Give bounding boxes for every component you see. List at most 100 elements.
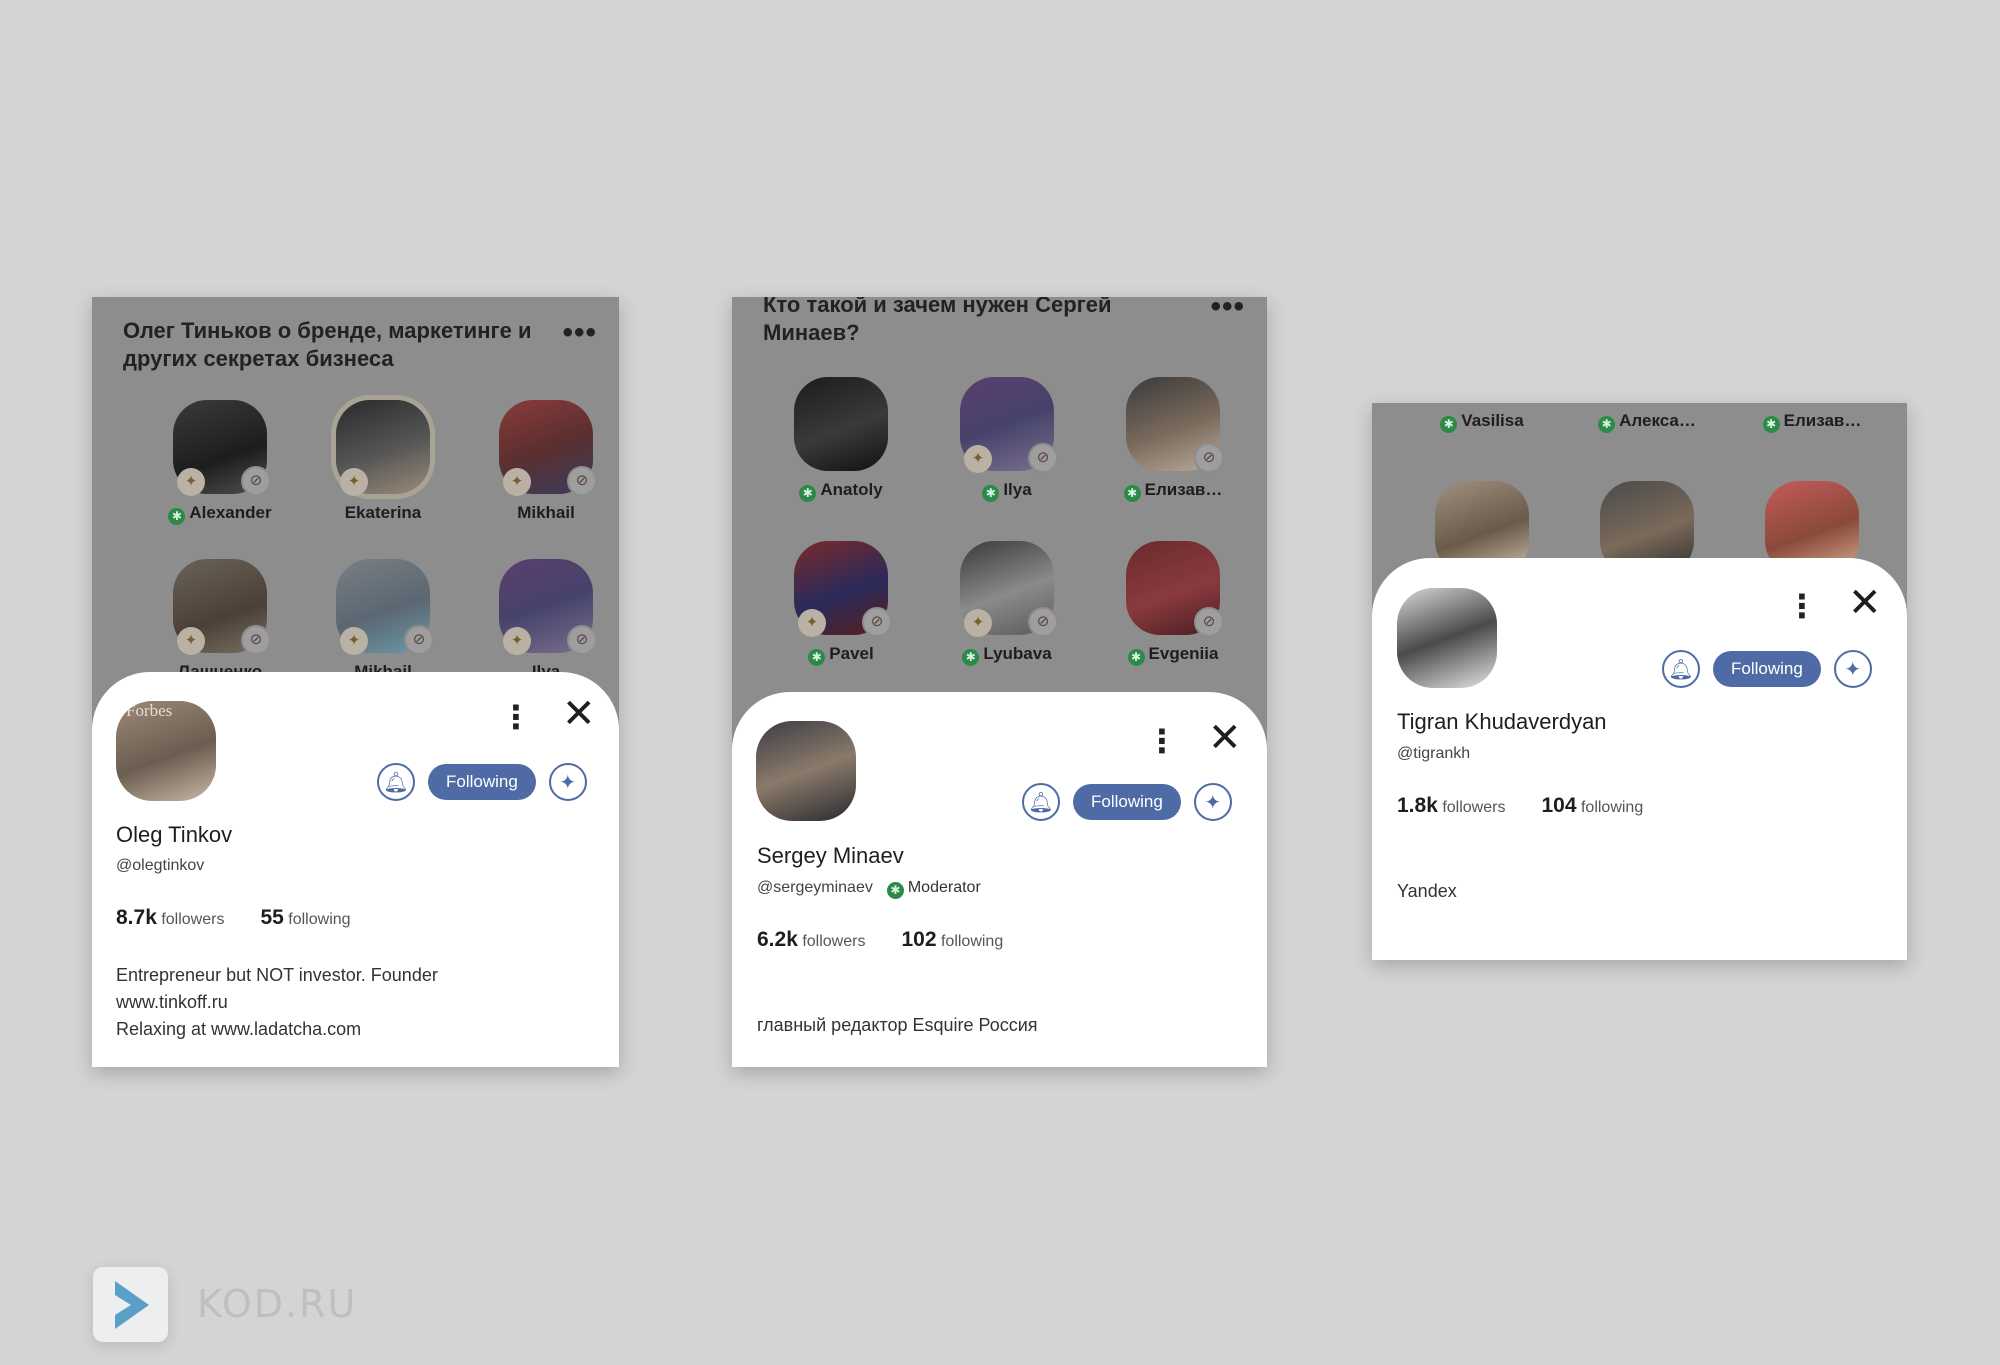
mic-off-icon: ⊘: [1194, 443, 1224, 473]
speaker-tile[interactable]: ✱ Vasilisa: [1417, 411, 1547, 433]
moderator-star-icon: ✱: [1123, 485, 1141, 502]
profile-name: Oleg Tinkov: [116, 822, 233, 847]
party-popper-icon: ✦: [177, 627, 205, 655]
moderator-star-icon: ✱: [1127, 649, 1145, 666]
moderator-star-icon: ✱: [799, 485, 817, 502]
sparkle-icon[interactable]: ✦: [548, 763, 587, 801]
room-title: Кто такой и зачем нужен Сергей Минаев?: [763, 297, 1112, 345]
following-button[interactable]: Following: [1713, 651, 1821, 687]
kod-logo-icon: [93, 1267, 168, 1342]
speaker-name: Елизав…: [1144, 480, 1223, 499]
following-stat[interactable]: 102 following: [901, 928, 1003, 951]
profile-handle[interactable]: @sergeyminaev: [757, 879, 873, 896]
profile-sheet: Forbes ⋮ ✕ 🔔︎ Following ✦ Oleg Tinkov @o…: [92, 672, 619, 1067]
sparkle-icon[interactable]: ✦: [1193, 783, 1232, 821]
speaker-tile[interactable]: ✱ Алекса…: [1582, 411, 1712, 433]
close-icon[interactable]: ✕: [1208, 718, 1242, 758]
moderator-star-icon: ✱: [1598, 416, 1616, 433]
mic-off-icon: ⊘: [1194, 607, 1224, 637]
speaker-tile[interactable]: ⊘ ✱ Evgeniia: [1108, 541, 1238, 666]
profile-handle[interactable]: @olegtinkov: [116, 857, 204, 875]
speaker-name: Pavel: [829, 644, 874, 663]
speaker-tile[interactable]: ✦ ⊘ ✱ Lyubava: [942, 541, 1072, 666]
speaker-tile[interactable]: ⊘ ✱ Елизав…: [1108, 377, 1238, 502]
party-popper-icon: ✦: [177, 468, 205, 496]
more-vertical-icon[interactable]: ⋮: [1146, 725, 1178, 757]
following-stat[interactable]: 104 following: [1541, 794, 1643, 817]
close-icon[interactable]: ✕: [562, 694, 596, 734]
profile-actions: 🔔︎ Following ✦: [377, 763, 587, 801]
profile-bio: Entrepreneur but NOT investor. Founder w…: [116, 965, 438, 1039]
speaker-tile[interactable]: ✦ Ekaterina: [318, 400, 448, 523]
mic-off-icon: ⊘: [862, 607, 892, 637]
sparkle-icon[interactable]: ✦: [1833, 650, 1872, 688]
moderator-star-icon: ✱: [886, 882, 904, 899]
room-title: Олег Тиньков о бренде, маркетинге и друг…: [123, 318, 532, 371]
profile-bio: главный редактор Esquire Россия: [757, 1015, 1038, 1035]
screenshot-sergey-minaev: Кто такой и зачем нужен Сергей Минаев? •…: [732, 297, 1267, 1067]
moderator-star-icon: ✱: [982, 485, 1000, 502]
profile-sheet: ⋮ ✕ 🔔︎ Following ✦ Tigran Khudaverdyan @…: [1372, 558, 1907, 960]
more-vertical-icon[interactable]: ⋮: [500, 701, 532, 733]
profile-name: Tigran Khudaverdyan: [1397, 709, 1607, 734]
mic-off-icon: ⊘: [567, 625, 597, 655]
profile-actions: 🔔︎ Following ✦: [1022, 783, 1232, 821]
screenshot-tigran-khudaverdyan: ✱ Vasilisa ✱ Алекса… ✱ Елизав… ⋮ ✕ 🔔︎ Follo…: [1372, 403, 1907, 960]
profile-avatar[interactable]: [1397, 588, 1497, 688]
speaker-name: Алекса…: [1619, 411, 1696, 430]
profile-bio: Yandex: [1397, 881, 1457, 901]
followers-stat[interactable]: 6.2k followers: [757, 928, 865, 951]
moderator-star-icon: ✱: [962, 649, 980, 666]
speaker-tile[interactable]: ✦ ⊘ Ilya: [481, 559, 611, 682]
speaker-tile[interactable]: ✦ ⊘ ✱ Ilya: [942, 377, 1072, 502]
speaker-tile[interactable]: ✱ Anatoly: [776, 377, 906, 502]
following-button[interactable]: Following: [1073, 784, 1181, 820]
party-popper-icon: ✦: [503, 627, 531, 655]
speaker-avatar: ✦: [336, 400, 430, 496]
profile-stats: 1.8k followers 104 following: [1397, 794, 1643, 818]
speaker-avatar: ✦ ⊘: [173, 559, 271, 655]
bell-icon[interactable]: 🔔︎: [1022, 783, 1060, 821]
party-popper-icon: ✦: [964, 609, 992, 637]
mic-off-icon: ⊘: [241, 466, 271, 496]
speaker-avatar: ✦ ⊘: [960, 377, 1058, 473]
bell-icon[interactable]: 🔔︎: [1662, 650, 1700, 688]
speaker-name: Ekaterina: [344, 503, 422, 522]
speaker-tile[interactable]: ✦ ⊘ Mikhail: [318, 559, 448, 682]
speaker-name: Evgeniia: [1148, 644, 1219, 663]
room-more-button[interactable]: •••: [562, 318, 597, 348]
profile-avatar[interactable]: [756, 721, 856, 821]
profile-handle[interactable]: @tigrankh: [1397, 745, 1470, 763]
speaker-avatar: ⊘: [1126, 541, 1224, 637]
mic-off-icon: ⊘: [241, 625, 271, 655]
followers-stat[interactable]: 8.7k followers: [116, 906, 224, 929]
speaker-tile[interactable]: ✦ ⊘ ✱ Pavel: [776, 541, 906, 666]
party-popper-icon: ✦: [798, 609, 826, 637]
speaker-tile[interactable]: ✦ ⊘ Лашченко: [155, 559, 285, 682]
followers-stat[interactable]: 1.8k followers: [1397, 794, 1505, 817]
close-icon[interactable]: ✕: [1848, 583, 1882, 623]
profile-avatar[interactable]: Forbes: [116, 701, 216, 801]
speaker-avatar: ✦ ⊘: [960, 541, 1058, 637]
party-popper-icon: ✦: [340, 627, 368, 655]
following-stat[interactable]: 55 following: [260, 906, 350, 929]
room-more-button[interactable]: •••: [1210, 297, 1245, 322]
speaker-tile[interactable]: ✱ Елизав…: [1747, 411, 1877, 433]
mic-off-icon: ⊘: [404, 625, 434, 655]
speaker-avatar: [794, 377, 888, 471]
speaker-tile[interactable]: ✦ ⊘ Mikhail: [481, 400, 611, 523]
following-button[interactable]: Following: [428, 764, 536, 800]
more-vertical-icon[interactable]: ⋮: [1786, 590, 1818, 622]
brand-text: KOD.RU: [197, 1282, 358, 1326]
profile-actions: 🔔︎ Following ✦: [1662, 650, 1872, 688]
speaker-tile[interactable]: ✦ ⊘ ✱ Alexander: [155, 400, 285, 525]
profile-handle-row: @sergeyminaev ✱ Moderator: [757, 879, 981, 899]
speaker-name: Anatoly: [820, 480, 883, 499]
speaker-avatar: ✦ ⊘: [173, 400, 271, 496]
moderator-star-icon: ✱: [1440, 416, 1458, 433]
profile-name: Sergey Minaev: [757, 843, 904, 868]
bell-icon[interactable]: 🔔︎: [377, 763, 415, 801]
profile-stats: 8.7k followers 55 following: [116, 906, 351, 930]
profile-stats: 6.2k followers 102 following: [757, 928, 1003, 952]
mic-off-icon: ⊘: [1028, 607, 1058, 637]
